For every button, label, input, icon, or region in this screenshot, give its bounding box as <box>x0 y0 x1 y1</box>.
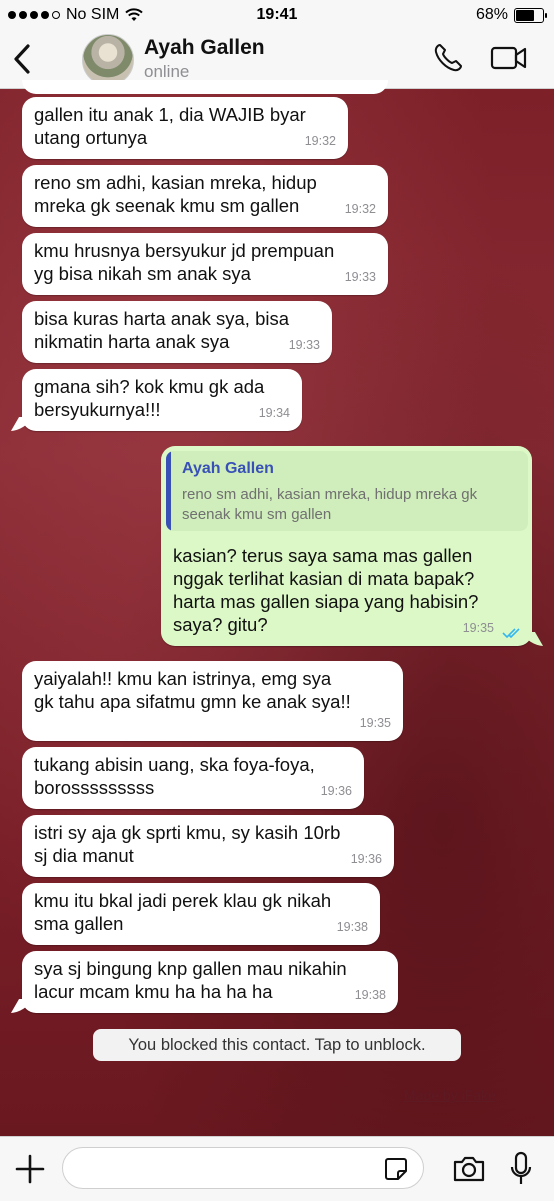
incoming-message[interactable]: gallen itu anak 1, dia WAJIB byar utang … <box>22 97 348 159</box>
quote-accent-bar <box>166 451 171 531</box>
blocked-contact-notice[interactable]: You blocked this contact. Tap to unblock… <box>93 1029 461 1061</box>
quoted-message[interactable]: Ayah Gallen reno sm adhi, kasian mreka, … <box>166 451 528 531</box>
message-input-bar <box>0 1136 554 1201</box>
message-text: gallen itu anak 1, dia WAJIB byar utang … <box>34 104 306 148</box>
sticker-icon[interactable] <box>384 1157 408 1181</box>
quoted-text: reno sm adhi, kasian mreka, hidup mreka … <box>182 486 478 523</box>
message-text: kasian? terus saya sama mas gallen nggak… <box>173 545 479 635</box>
video-camera-icon[interactable] <box>490 44 528 72</box>
back-icon[interactable] <box>10 42 34 76</box>
incoming-message[interactable]: kmu itu bkal jadi perek klau gk nikah sm… <box>22 883 380 945</box>
incoming-message[interactable]: tukang abisin uang, ska foya-foya, boros… <box>22 747 364 809</box>
incoming-message[interactable]: yaiyalah!! kmu kan istrinya, emg sya gk … <box>22 661 403 741</box>
message-time: 19:36 <box>350 852 382 866</box>
incoming-message[interactable]: reno sm adhi, kasian mreka, hidup mreka … <box>22 165 388 227</box>
quoted-sender: Ayah Gallen <box>182 460 274 477</box>
message-text: tukang abisin uang, ska foya-foya, boros… <box>34 754 315 798</box>
message-time: 19:34 <box>258 406 290 420</box>
message-time: 19:33 <box>344 270 376 284</box>
message-time: 19:35 <box>462 621 494 635</box>
avatar[interactable] <box>82 34 134 86</box>
microphone-icon[interactable] <box>510 1151 532 1187</box>
message-text: yaiyalah!! kmu kan istrinya, emg sya gk … <box>34 668 351 712</box>
message-time: 19:32 <box>304 134 336 148</box>
message-text: kmu hrusnya bersyukur jd prempuan yg bis… <box>34 240 335 284</box>
incoming-message[interactable]: gmana sih? kok kmu gk ada bersyukurnya!!… <box>22 369 302 431</box>
phone-icon[interactable] <box>432 42 464 74</box>
status-bar: No SIM 19:41 68% <box>0 0 554 30</box>
message-text: reno sm adhi, kasian mreka, hidup mreka … <box>34 172 317 216</box>
incoming-message[interactable]: sya sj bingung knp gallen mau nikahin la… <box>22 951 398 1013</box>
read-receipt-icon <box>502 628 520 639</box>
message-time: 19:38 <box>336 920 368 934</box>
message-text: sya sj bingung knp gallen mau nikahin la… <box>34 958 347 1002</box>
watermark: Made by iFake <box>404 1087 496 1103</box>
message-time: 19:32 <box>344 202 376 216</box>
message-text: gmana sih? kok kmu gk ada bersyukurnya!!… <box>34 376 265 420</box>
message-text: kmu itu bkal jadi perek klau gk nikah sm… <box>34 890 332 934</box>
message-text: istri sy aja gk sprti kmu, sy kasih 10rb… <box>34 822 341 866</box>
incoming-message[interactable]: kmu hrusnya bersyukur jd prempuan yg bis… <box>22 233 388 295</box>
clock: 19:41 <box>256 6 298 23</box>
plus-icon[interactable] <box>14 1153 46 1185</box>
message-input[interactable] <box>62 1147 424 1189</box>
message-time: 19:36 <box>320 784 352 798</box>
message-time: 19:33 <box>288 338 320 352</box>
message-time: 19:38 <box>354 988 386 1002</box>
message-time: 19:35 <box>359 716 391 730</box>
battery-percent: 68% <box>475 6 508 23</box>
incoming-message[interactable]: bisa kuras harta anak sya, bisa nikmatin… <box>22 301 332 363</box>
incoming-message[interactable]: istri sy aja gk sprti kmu, sy kasih 10rb… <box>22 815 394 877</box>
partial-message-bubble <box>22 80 388 94</box>
contact-status: online <box>144 62 190 81</box>
camera-icon[interactable] <box>452 1155 486 1183</box>
contact-name[interactable]: Ayah Gallen <box>144 36 265 60</box>
message-text: bisa kuras harta anak sya, bisa nikmatin… <box>34 308 290 352</box>
battery-icon <box>514 7 547 23</box>
